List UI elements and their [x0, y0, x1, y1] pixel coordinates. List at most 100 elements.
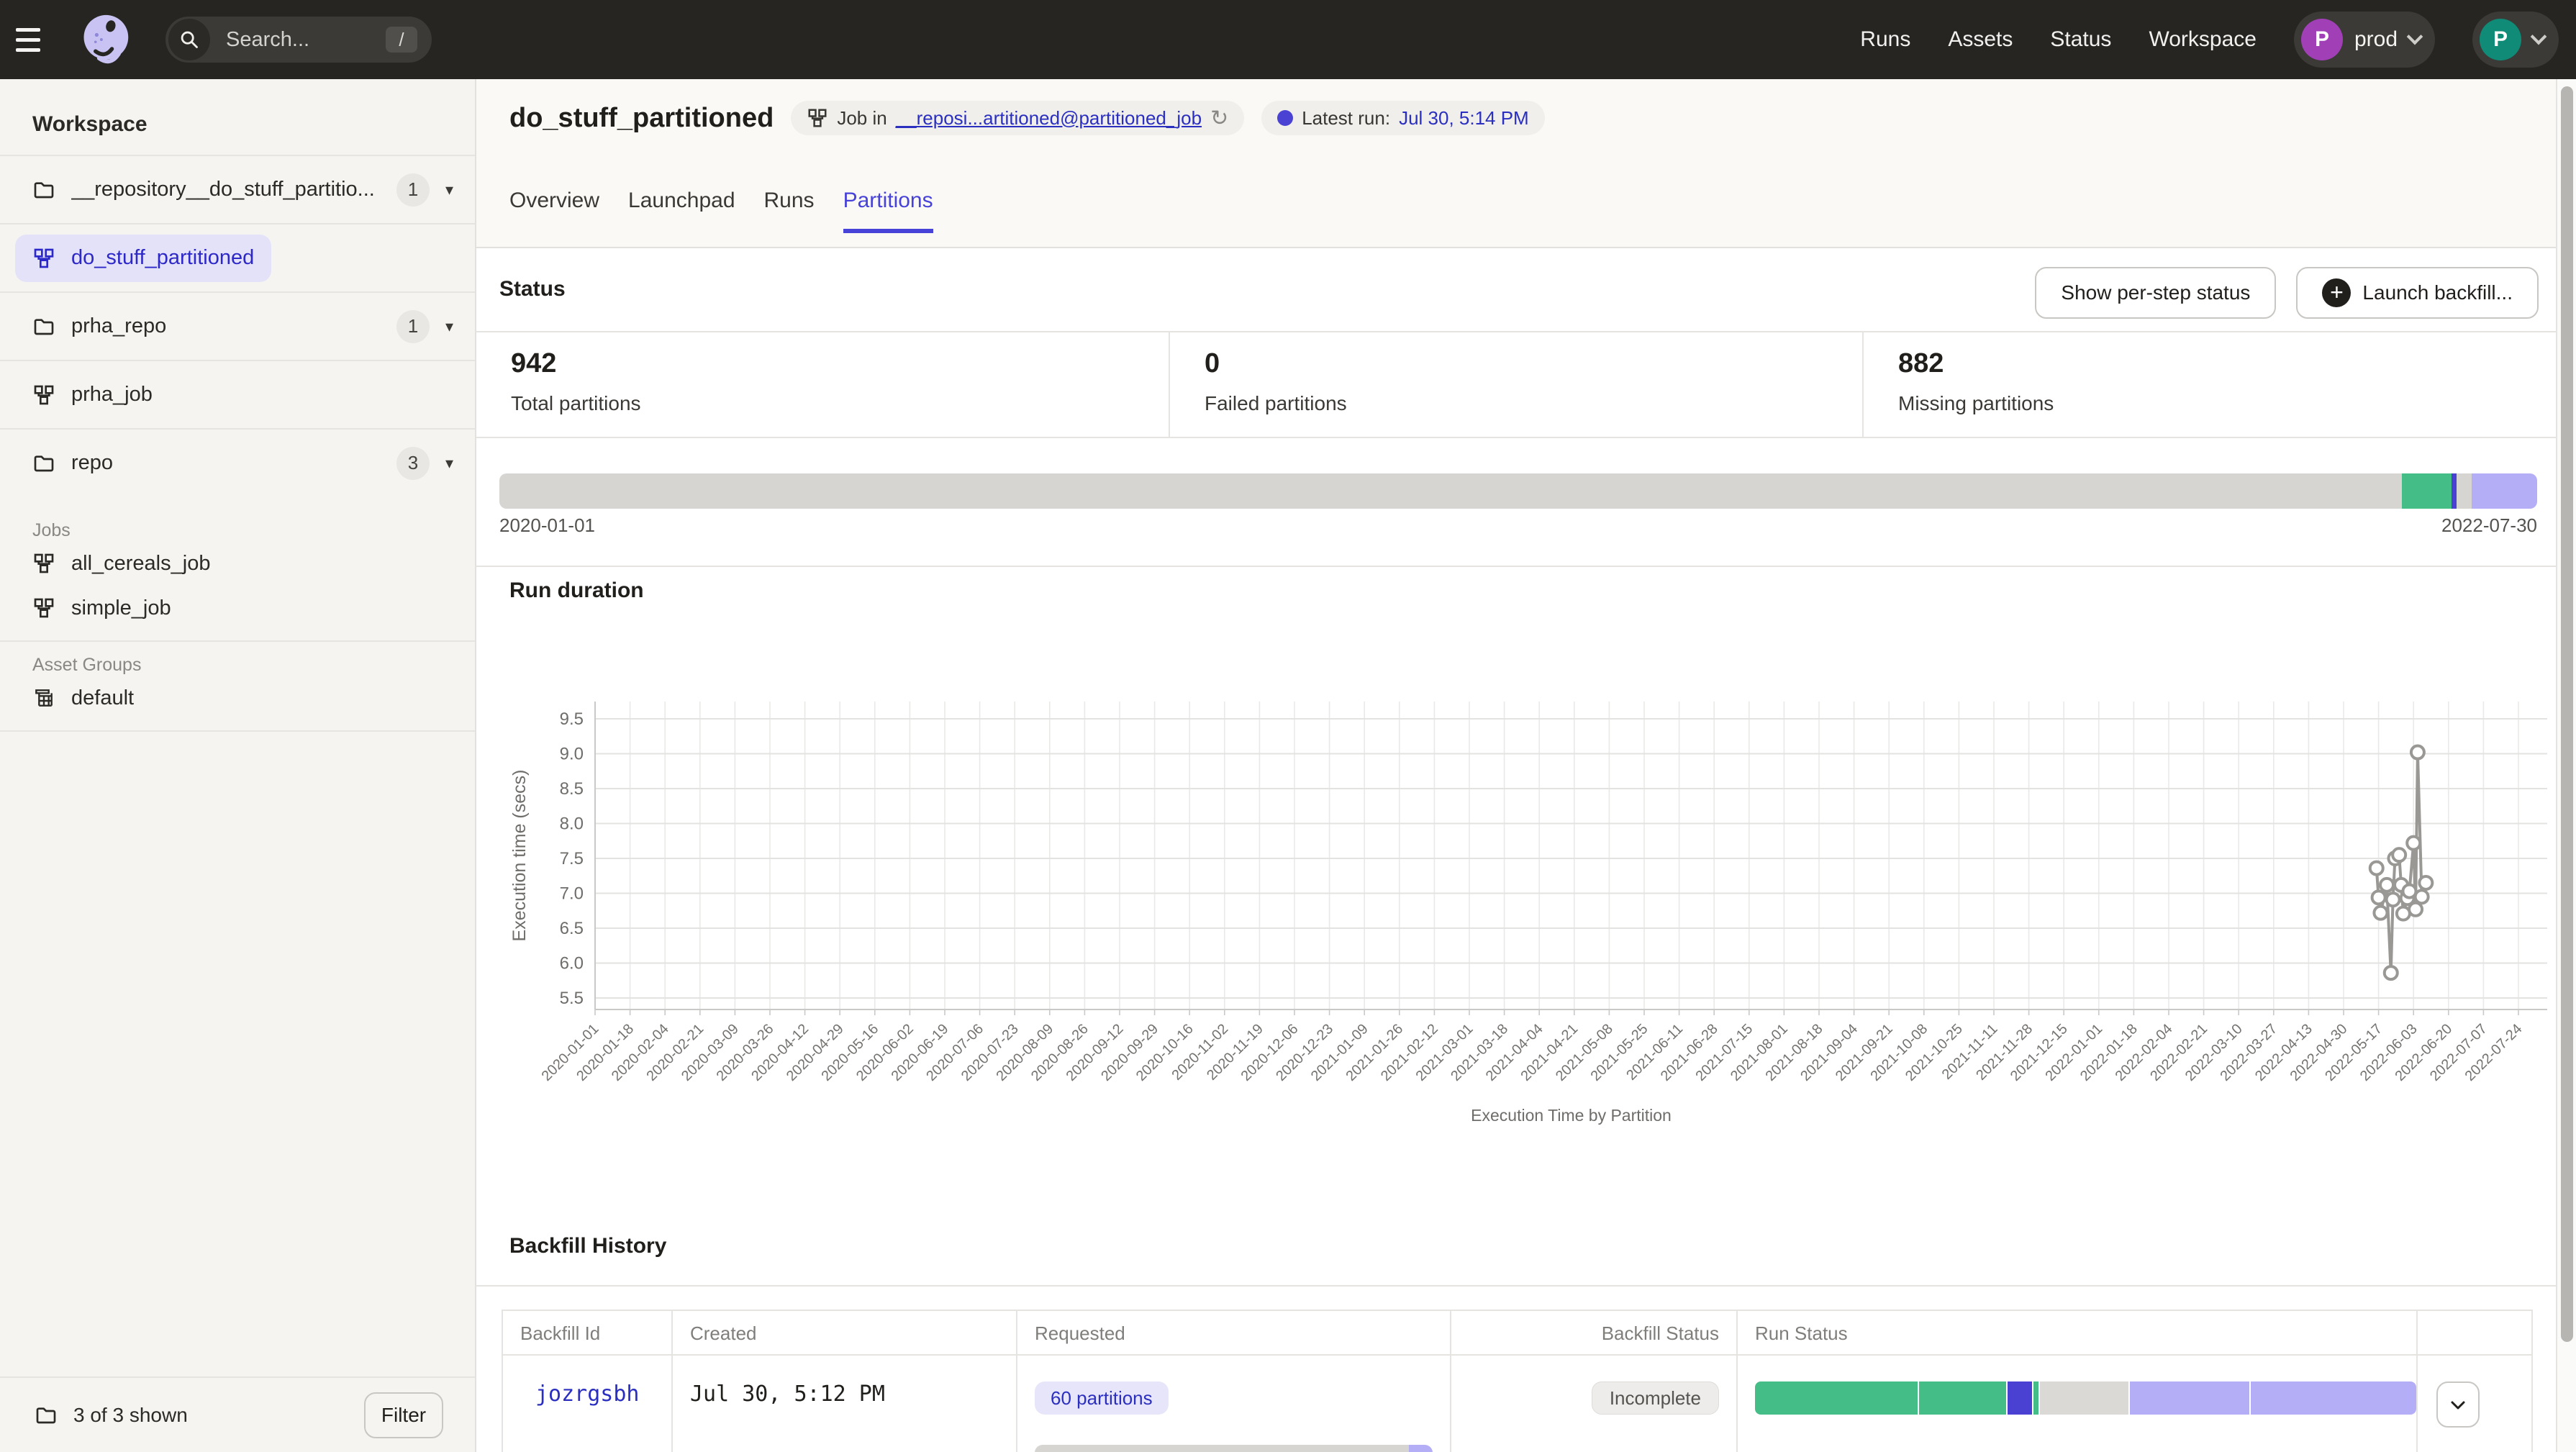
caret-down-icon[interactable]: ▾: [445, 317, 453, 336]
page-tabs: Overview Launchpad Runs Partitions: [509, 189, 933, 233]
refresh-icon[interactable]: ↻: [1210, 106, 1228, 131]
backfill-id-link[interactable]: jozrgsbh: [503, 1381, 640, 1407]
search-icon: [168, 19, 210, 60]
stat-value: 882: [1898, 348, 2556, 379]
bar-segment: [1755, 1381, 1919, 1415]
sidebar-groups: Jobsall_cereals_jobsimple_jobAsset Group…: [0, 500, 475, 732]
sidebar-item--repository-do-stuff-partitio-[interactable]: __repository__do_stuff_partitio...1▾: [0, 155, 475, 223]
sidebar-item-label: prha_job: [71, 383, 453, 407]
partition-range-start: 2020-01-01: [499, 514, 595, 537]
sidebar-item-label: do_stuff_partitioned: [71, 246, 254, 270]
status-header-row: Status Show per-step status + Launch bac…: [476, 248, 2556, 332]
nav-link-status[interactable]: Status: [2050, 27, 2111, 52]
tab-partitions[interactable]: Partitions: [843, 189, 933, 233]
filter-button[interactable]: Filter: [364, 1392, 443, 1438]
launch-backfill-button[interactable]: + Launch backfill...: [2296, 267, 2539, 319]
sidebar-separator: [0, 730, 475, 732]
bar-segment: [1409, 1445, 1433, 1452]
svg-text:7.5: 7.5: [560, 849, 584, 868]
stat-value: 942: [511, 348, 1169, 379]
show-per-step-status-button[interactable]: Show per-step status: [2035, 267, 2276, 319]
scrollbar-thumb[interactable]: [2561, 86, 2573, 1342]
backfill-created: Jul 30, 5:12 PM: [673, 1381, 885, 1407]
dagster-logo-icon[interactable]: [79, 12, 135, 68]
stat-failed-partitions: 0Failed partitions: [1170, 332, 1864, 437]
tab-runs[interactable]: Runs: [764, 189, 815, 233]
sidebar-item-repo[interactable]: repo3 ▾: [0, 428, 475, 496]
chevron-down-icon: [2531, 29, 2547, 45]
page-scrollbar[interactable]: [2556, 79, 2576, 1452]
caret-down-icon[interactable]: ▾: [445, 454, 453, 473]
chevron-down-icon: [2438, 1383, 2478, 1426]
col-actions: [2417, 1310, 2532, 1355]
caret-down-icon[interactable]: ▾: [445, 181, 453, 199]
folder-icon: [32, 178, 55, 201]
col-backfill-status: Backfill Status: [1451, 1310, 1737, 1355]
requested-partitions-tag[interactable]: 60 partitions: [1035, 1381, 1169, 1415]
sidebar-item-label: repo: [71, 451, 396, 475]
sidebar-item-label: prha_repo: [71, 314, 396, 338]
search-placeholder: Search...: [226, 28, 386, 52]
backfill-history-heading: Backfill History: [509, 1234, 666, 1258]
sidebar-job-simple_job[interactable]: simple_job: [0, 586, 475, 630]
sidebar-asset-group-default[interactable]: default: [0, 676, 475, 720]
bar-segment: [2033, 1381, 2040, 1415]
asset-group-label: default: [71, 686, 134, 710]
col-backfill-id: Backfill Id: [502, 1310, 672, 1355]
run-status-dot: [1277, 110, 1293, 126]
plus-icon: +: [2322, 278, 2351, 307]
row-expand-button[interactable]: [2436, 1381, 2480, 1428]
tab-overview[interactable]: Overview: [509, 189, 599, 233]
bar-segment: [2402, 473, 2452, 509]
svg-text:7.0: 7.0: [560, 884, 584, 904]
bar-segment: [2457, 473, 2472, 509]
stat-label: Failed partitions: [1205, 392, 1862, 415]
nav-link-runs[interactable]: Runs: [1860, 27, 1910, 52]
bar-segment: [1919, 1381, 2008, 1415]
latest-run-label: Latest run:: [1302, 107, 1390, 130]
job-count-badge: 3: [396, 447, 430, 480]
user-menu[interactable]: P: [2472, 12, 2559, 68]
nav-link-workspace[interactable]: Workspace: [2149, 27, 2257, 52]
tab-launchpad[interactable]: Launchpad: [628, 189, 735, 233]
menu-icon[interactable]: [16, 0, 63, 79]
job-label: all_cereals_job: [71, 552, 210, 576]
nav-link-assets[interactable]: Assets: [1948, 27, 2013, 52]
stat-label: Total partitions: [511, 392, 1169, 415]
latest-run-link[interactable]: Jul 30, 5:14 PM: [1399, 107, 1529, 130]
chevron-down-icon: [2407, 29, 2423, 45]
job-tag-prefix: Job in: [837, 107, 886, 130]
bar-segment: [2130, 1381, 2251, 1415]
run-status-bar[interactable]: [1755, 1381, 2416, 1415]
search-input[interactable]: Search... /: [165, 17, 432, 63]
bar-segment: [2452, 473, 2457, 509]
col-created: Created: [672, 1310, 1017, 1355]
search-shortcut-key: /: [386, 27, 417, 53]
job-icon: [32, 247, 55, 270]
run-duration-heading: Run duration: [509, 578, 644, 603]
partition-status-bar[interactable]: [499, 473, 2537, 509]
deployment-switcher[interactable]: P prod: [2294, 12, 2435, 68]
latest-run-tag: Latest run: Jul 30, 5:14 PM: [1261, 101, 1545, 135]
folder-icon: [32, 452, 55, 475]
bar-segment: [2040, 1381, 2130, 1415]
backfill-table: Backfill Id Created Requested Backfill S…: [502, 1310, 2533, 1452]
backfill-table-header: Backfill Id Created Requested Backfill S…: [502, 1310, 2532, 1355]
selected-pill: do_stuff_partitioned: [15, 235, 271, 282]
backfill-row: jozrgsbh Jul 30, 5:12 PM 60 partitions 2…: [502, 1355, 2532, 1452]
job-label: simple_job: [71, 596, 171, 620]
sidebar-item-do-stuff-partitioned[interactable]: do_stuff_partitioned: [0, 223, 475, 291]
sidebar-job-all_cereals_job[interactable]: all_cereals_job: [0, 541, 475, 586]
nav-links: Runs Assets Status Workspace: [1860, 27, 2257, 52]
job-tag-link[interactable]: __reposi...artitioned@partitioned_job: [896, 107, 1202, 130]
sidebar-item-prha-repo[interactable]: prha_repo1 ▾: [0, 291, 475, 360]
job-count-badge: 1: [396, 310, 430, 343]
sidebar-entries: __repository__do_stuff_partitio...1▾do_s…: [0, 155, 475, 496]
sidebar-item-prha-job[interactable]: prha_job: [0, 360, 475, 428]
partition-range-end: 2022-07-30: [2441, 514, 2537, 537]
job-icon: [807, 107, 828, 129]
col-requested: Requested: [1017, 1310, 1451, 1355]
sidebar-title: Workspace: [0, 79, 475, 137]
bar-segment: [499, 473, 2402, 509]
job-count-badge: 1: [396, 173, 430, 207]
